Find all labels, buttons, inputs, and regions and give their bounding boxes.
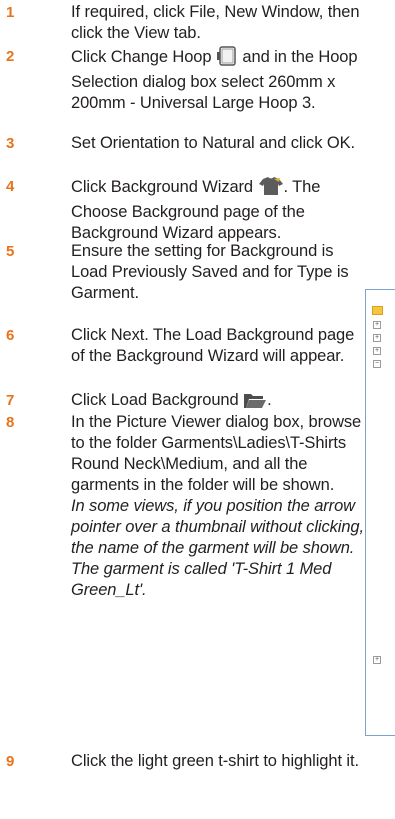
tree-expand-icon[interactable]: + (373, 334, 381, 342)
step-text-part: Click Change Hoop (71, 48, 212, 66)
step-number: 3 (6, 135, 15, 152)
picture-viewer-window-edge: + + + − + (365, 289, 395, 736)
step-number: 6 (6, 327, 15, 344)
step-text: In the Picture Viewer dialog box, browse… (71, 412, 371, 601)
tshirt-wizard-icon (258, 176, 284, 202)
step-number: 5 (6, 243, 15, 260)
step-text: Click Change Hoop and in the Hoop Select… (71, 46, 371, 114)
step-text: Click Next. The Load Background page of … (71, 326, 355, 365)
step-text: Click Background Wizard . The Choose Bac… (71, 176, 371, 244)
tree-expand-icon[interactable]: + (373, 321, 381, 329)
step-text: If required, click File, New Window, the… (71, 3, 360, 42)
folder-icon (372, 306, 383, 315)
step-number: 2 (6, 48, 15, 65)
step-number: 9 (6, 753, 15, 770)
step-text: Click the light green t-shirt to highlig… (71, 752, 359, 770)
step-number: 8 (6, 414, 15, 431)
step-note: In some views, if you position the arrow… (71, 497, 364, 599)
step-number: 4 (6, 178, 15, 195)
step-number: 1 (6, 4, 15, 21)
step-main-text: In the Picture Viewer dialog box, browse… (71, 413, 362, 494)
step-text-part: . (267, 391, 272, 409)
step-text: Ensure the setting for Background is Loa… (71, 242, 349, 302)
step-text-part: Click Background Wizard (71, 178, 254, 196)
tree-expand-icon[interactable]: + (373, 656, 381, 664)
step-text-part: Click Load Background (71, 391, 239, 409)
tree-collapse-icon[interactable]: − (373, 360, 381, 368)
tree-expand-icon[interactable]: + (373, 347, 381, 355)
step-text: Set Orientation to Natural and click OK. (71, 134, 355, 152)
hoop-icon (216, 46, 238, 72)
step-number: 7 (6, 392, 15, 409)
